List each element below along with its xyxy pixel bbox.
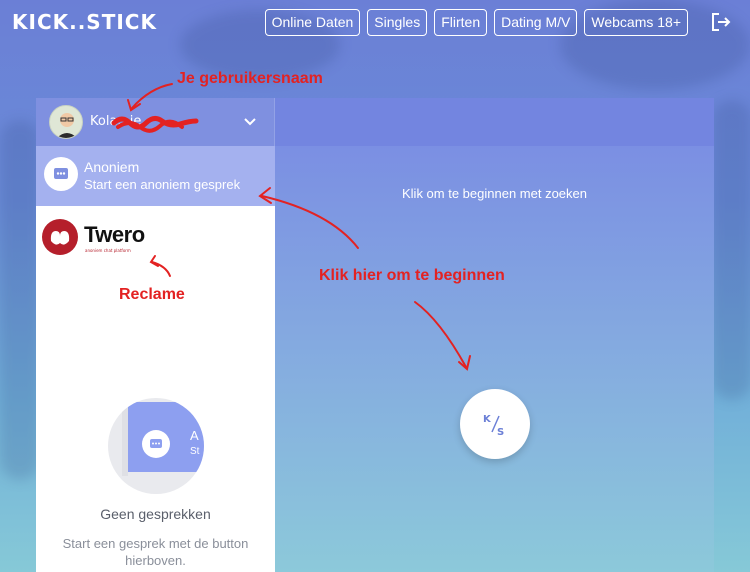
logout-icon[interactable] (710, 11, 732, 33)
empty-state-illustration: A St (108, 398, 204, 494)
annotation-ad: Reclame (119, 286, 185, 303)
nav-flirten[interactable]: Flirten (434, 9, 488, 36)
chat-header (275, 98, 714, 146)
ad-brand-name: Twero (84, 222, 145, 247)
nav-dating-mv[interactable]: Dating M/V (494, 9, 578, 36)
background-shape (712, 100, 750, 400)
anonymous-chat-item[interactable]: Anoniem Start een anoniem gesprek (36, 146, 275, 206)
conversation-sidebar: Kola...ie Anoniem Start een anoniem gesp… (36, 98, 275, 572)
svg-text:K: K (483, 414, 492, 425)
nav-webcams[interactable]: Webcams 18+ (584, 9, 688, 36)
advertisement-banner[interactable]: Twero anoniem chat platform (42, 218, 157, 258)
top-navigation-bar: KICK..STICK Online Daten Singles Flirten… (0, 0, 750, 46)
user-menu[interactable]: Kola...ie (36, 98, 275, 146)
chat-main-area: Klik om te beginnen met zoeken K S (275, 146, 714, 572)
illustration-text-a: A (190, 428, 199, 443)
empty-state-title: Geen gesprekken (100, 506, 211, 522)
start-search-button[interactable]: K S (460, 389, 530, 459)
avatar (49, 105, 83, 139)
background-shape (0, 120, 40, 480)
chat-bubble-icon (44, 157, 78, 191)
svg-text:S: S (497, 427, 504, 437)
nav-singles[interactable]: Singles (367, 9, 428, 36)
anonymous-title: Anoniem (84, 159, 140, 175)
twero-logo-icon (42, 219, 78, 255)
chevron-down-icon[interactable] (244, 116, 256, 128)
anonymous-subtitle: Start een anoniem gesprek (84, 177, 241, 192)
avatar-icon (56, 113, 78, 138)
ad-tagline: anoniem chat platform (85, 248, 131, 253)
app-logo[interactable]: KICK..STICK (12, 10, 157, 34)
ks-logo-icon: K S (483, 414, 504, 437)
start-search-hint: Klik om te beginnen met zoeken (402, 186, 587, 201)
chat-panel: Kola...ie Anoniem Start een anoniem gesp… (36, 98, 714, 572)
redaction-scribble (111, 115, 199, 133)
chat-bubble-icon (142, 430, 170, 458)
nav-menu: Online Daten Singles Flirten Dating M/V … (264, 9, 688, 36)
annotation-username: Je gebruikersnaam (177, 70, 323, 87)
nav-online-daten[interactable]: Online Daten (264, 9, 361, 36)
illustration-text-s: St (190, 446, 200, 457)
illustration-card: A St (128, 402, 204, 472)
annotation-start: Klik hier om te beginnen (319, 267, 505, 284)
empty-state-subtitle: Start een gesprek met de button hierbove… (62, 536, 249, 568)
